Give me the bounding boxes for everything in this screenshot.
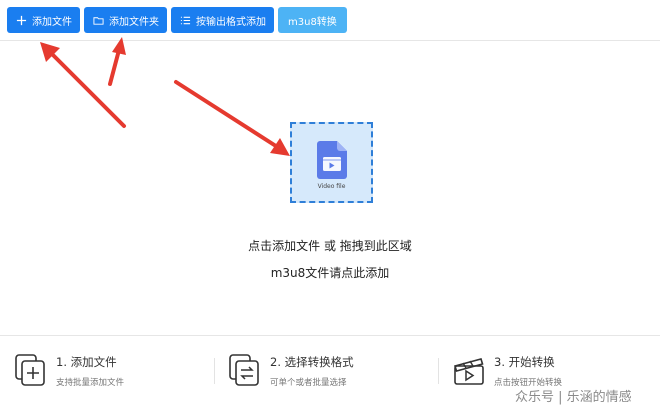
add-file-label: 添加文件 [32, 16, 72, 28]
video-file-icon [317, 141, 347, 179]
arrowhead-add-file [40, 42, 60, 62]
add-folder-button[interactable]: 添加文件夹 [84, 7, 167, 33]
convert-format-icon [229, 354, 259, 386]
step-desc: 可单个或者批量选择 [270, 378, 347, 388]
step-title: 3. 开始转换 [494, 355, 555, 369]
arrow-to-add-file [48, 50, 126, 128]
step-desc: 支持批量添加文件 [56, 378, 125, 388]
list-icon [179, 14, 191, 26]
step-separator [438, 358, 439, 384]
arrow-to-drop-zone [174, 80, 281, 150]
clapperboard-icon [453, 358, 484, 385]
annotation-arrows [40, 37, 290, 156]
arrow-to-add-folder [108, 48, 121, 86]
step-separator [214, 358, 215, 384]
video-file-label: Video file [317, 183, 346, 190]
drop-zone[interactable]: Video file [290, 122, 373, 203]
arrowhead-drop-zone [270, 138, 290, 156]
steps-divider [0, 335, 660, 336]
step-title: 2. 选择转换格式 [270, 355, 354, 369]
m3u8-convert-label: m3u8转换 [288, 16, 337, 28]
folder-icon [92, 14, 104, 26]
watermark: 众乐号 | 乐涵的情感 [515, 390, 632, 405]
plus-icon [15, 14, 27, 26]
toolbar-divider [0, 40, 660, 41]
add-folder-label: 添加文件夹 [109, 16, 159, 28]
step-title: 1. 添加文件 [56, 355, 117, 369]
drop-hint: 点击添加文件 或 拖拽到此区域 [248, 239, 412, 253]
add-by-format-label: 按输出格式添加 [196, 16, 266, 28]
m3u8-convert-button[interactable]: m3u8转换 [278, 7, 347, 33]
add-file-button[interactable]: 添加文件 [7, 7, 80, 33]
toolbar: 添加文件 添加文件夹 按输出格式添加 m3u8转换 [7, 7, 347, 33]
m3u8-hint-link[interactable]: m3u8文件请点此添加 [0, 264, 660, 281]
add-files-icon [15, 354, 45, 386]
add-by-format-button[interactable]: 按输出格式添加 [171, 7, 274, 33]
